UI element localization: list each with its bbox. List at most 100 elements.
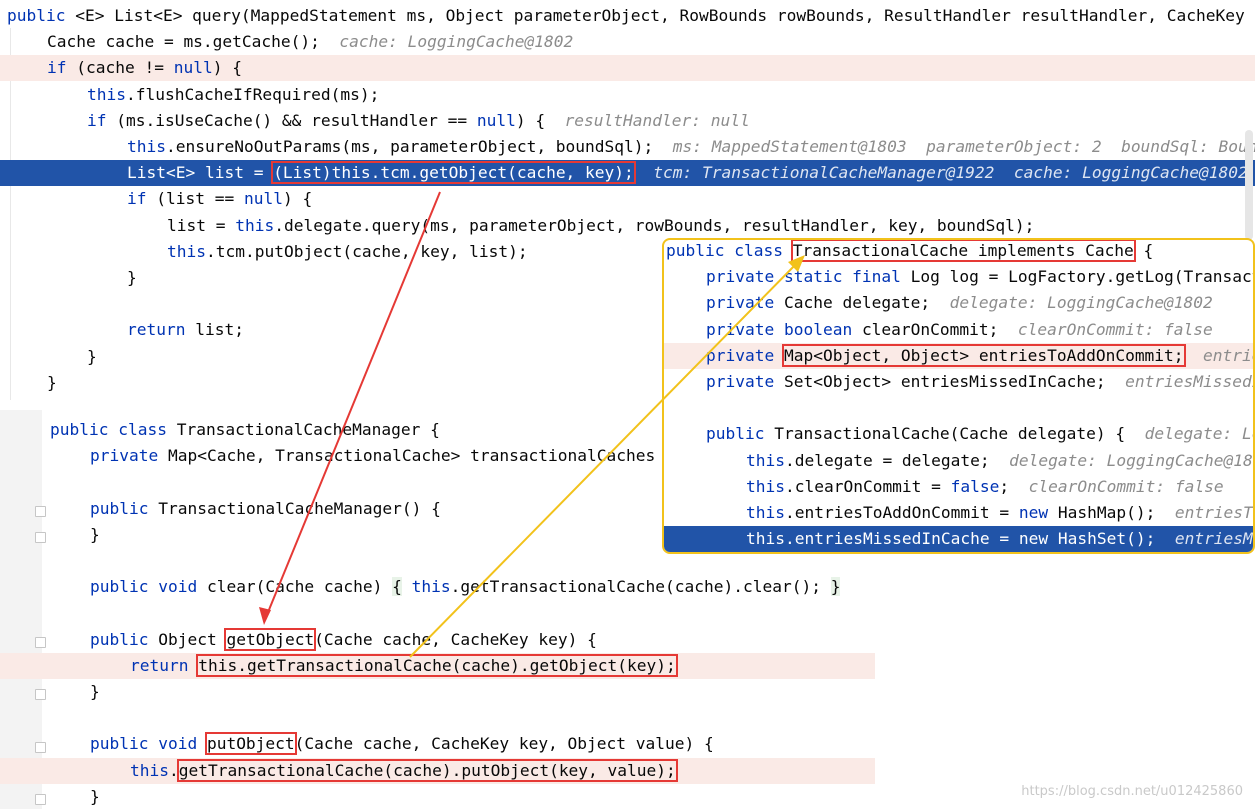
code-line[interactable]: public void putObject(Cache cache, Cache… xyxy=(0,731,875,757)
code-line[interactable]: private Cache delegate; delegate: Loggin… xyxy=(664,290,1253,316)
code-line[interactable]: public class TransactionalCache implemen… xyxy=(664,240,1253,264)
keyword-token: private boolean xyxy=(706,319,862,339)
folded-brace: } xyxy=(830,577,841,597)
code-token: .getTransactionalCache(cache).clear(); xyxy=(450,577,831,597)
code-token: { xyxy=(1133,241,1154,260)
code-line[interactable]: } xyxy=(0,679,875,705)
keyword-token: public class xyxy=(50,420,177,439)
code-line[interactable] xyxy=(664,395,1253,421)
debug-value-hint: clearOnCommit: false xyxy=(1028,476,1224,496)
code-token: ) { xyxy=(212,58,242,78)
highlighted-code: this.getTransactionalCache(cache).getObj… xyxy=(196,653,678,677)
code-line[interactable]: list = this.delegate.query(ms, parameter… xyxy=(0,213,1255,239)
code-line[interactable]: private Set<Object> entriesMissedInCache… xyxy=(664,369,1253,395)
keyword-token: private xyxy=(706,372,784,391)
code-token: .delegate.query(ms, parameterObject, row… xyxy=(274,215,1035,235)
code-line[interactable]: Cache cache = ms.getCache(); cache: Logg… xyxy=(0,29,1255,55)
code-token: } xyxy=(90,524,100,544)
code-token: } xyxy=(90,682,100,701)
highlighted-code: putObject xyxy=(204,732,297,756)
code-token: .flushCacheIfRequired(ms); xyxy=(125,84,380,104)
keyword-token: public class xyxy=(666,241,793,260)
keyword-token: return xyxy=(127,320,196,340)
keyword-token: false xyxy=(950,476,1000,496)
code-token: Log log = LogFactory.getLog(Transactiona… xyxy=(910,267,1253,287)
debug-value-hint: ms: MappedStatement@1803 parameterObject… xyxy=(672,137,1255,156)
debug-value-hint: tcm: TransactionalCacheManager@1922 cach… xyxy=(653,163,1248,183)
code-line[interactable]: this.getTransactionalCache(cache).putObj… xyxy=(0,757,875,784)
code-token: (Cache cache, CacheKey key) { xyxy=(314,629,597,649)
code-line[interactable]: return this.getTransactionalCache(cache)… xyxy=(0,652,875,679)
code-line[interactable]: this.delegate = delegate; delegate: Logg… xyxy=(664,448,1253,474)
keyword-token: public xyxy=(7,6,76,25)
code-line[interactable] xyxy=(0,705,875,731)
debug-value-hint: entriesMissedInCache: size = 0 xyxy=(1174,529,1253,549)
code-token: (Cache cache, CacheKey key, Object value… xyxy=(294,734,714,754)
code-line[interactable] xyxy=(0,600,875,626)
keyword-token: if xyxy=(127,189,157,209)
debug-value-hint: resultHandler: null xyxy=(564,110,750,130)
highlighted-code: getTransactionalCache(cache).putObject(k… xyxy=(176,758,678,782)
code-line[interactable]: private Map<Object, Object> entriesToAdd… xyxy=(664,342,1253,369)
code-token: .entriesMissedInCache = xyxy=(784,529,1019,549)
code-token: } xyxy=(90,786,100,806)
debug-value-hint: delegate: LoggingCache@1802 xyxy=(1009,450,1255,470)
code-token: .tcm.putObject(cache, key, list); xyxy=(205,241,528,261)
folded-brace: { xyxy=(392,577,402,597)
highlighted-code: TransactionalCache implements Cache xyxy=(790,240,1136,262)
keyword-token: private static final xyxy=(706,267,911,287)
keyword-token: this xyxy=(746,503,785,522)
keyword-token: this xyxy=(746,450,785,470)
code-token: } xyxy=(87,346,97,366)
keyword-token: this xyxy=(87,84,126,104)
code-token: list; xyxy=(195,320,244,340)
debug-value-hint: delegate: LoggingCache@1802 xyxy=(949,293,1213,313)
code-token: .ensureNoOutParams(ms, parameterObject, … xyxy=(165,137,673,156)
debug-value-hint: clearOnCommit: false xyxy=(1017,319,1213,339)
code-token: .clearOnCommit = xyxy=(784,476,951,496)
keyword-token: null xyxy=(173,58,213,78)
code-line[interactable]: public void clear(Cache cache) { this.ge… xyxy=(0,574,875,600)
code-token: Cache cache = ms.getCache(); xyxy=(47,32,340,52)
code-line[interactable]: this.flushCacheIfRequired(ms); xyxy=(0,82,1255,108)
keyword-token: public void xyxy=(90,577,207,597)
keyword-token: private xyxy=(706,345,784,365)
code-line[interactable]: if (ms.isUseCache() && resultHandler == … xyxy=(0,108,1255,134)
keyword-token: this xyxy=(746,529,785,549)
code-line[interactable]: private static final Log log = LogFactor… xyxy=(664,264,1253,290)
keyword-token: public xyxy=(90,629,159,649)
keyword-token: this xyxy=(127,137,166,156)
code-line[interactable]: this.entriesToAddOnCommit = new HashMap(… xyxy=(664,500,1253,526)
code-token: } xyxy=(127,268,137,287)
highlighted-code: getObject xyxy=(224,627,317,651)
keyword-token: new xyxy=(1018,529,1058,549)
code-line[interactable]: public Object getObject(Cache cache, Cac… xyxy=(0,627,875,653)
code-line[interactable]: if (cache != null) { xyxy=(0,55,1255,82)
keyword-token: this xyxy=(746,476,785,496)
code-token: ) { xyxy=(515,110,565,130)
debug-value-hint: cache: LoggingCache@1802 xyxy=(339,32,574,52)
code-line[interactable]: } xyxy=(0,784,875,809)
code-line[interactable]: private boolean clearOnCommit; clearOnCo… xyxy=(664,317,1253,343)
code-line[interactable]: } xyxy=(664,552,1253,554)
keyword-token: null xyxy=(243,189,283,209)
keyword-token: this xyxy=(167,241,206,261)
editor-scrollbar[interactable] xyxy=(1245,130,1253,240)
code-token: .delegate = delegate; xyxy=(784,450,1010,470)
debug-value-hint: entriesToAddOnCommit: size = 0 xyxy=(1203,345,1253,365)
keyword-token: this xyxy=(130,760,169,780)
code-token: HashSet(); xyxy=(1057,529,1175,549)
code-line[interactable]: this.ensureNoOutParams(ms, parameterObje… xyxy=(0,134,1255,160)
code-line[interactable]: public TransactionalCache(Cache delegate… xyxy=(664,421,1253,447)
keyword-token: new xyxy=(1018,503,1058,522)
code-line[interactable]: if (list == null) { xyxy=(0,186,1255,212)
code-line[interactable]: this.clearOnCommit = false; clearOnCommi… xyxy=(664,474,1253,500)
code-line[interactable]: List<E> list = (List)this.tcm.getObject(… xyxy=(0,160,1255,187)
code-line[interactable]: this.entriesMissedInCache = new HashSet(… xyxy=(664,526,1253,552)
keyword-token: private xyxy=(706,293,784,313)
keyword-token: return xyxy=(130,655,199,675)
code-line[interactable]: public <E> List<E> query(MappedStatement… xyxy=(0,3,1255,29)
code-token: Set<Object> entriesMissedInCache; xyxy=(783,372,1126,391)
code-token: .entriesToAddOnCommit = xyxy=(784,503,1019,522)
